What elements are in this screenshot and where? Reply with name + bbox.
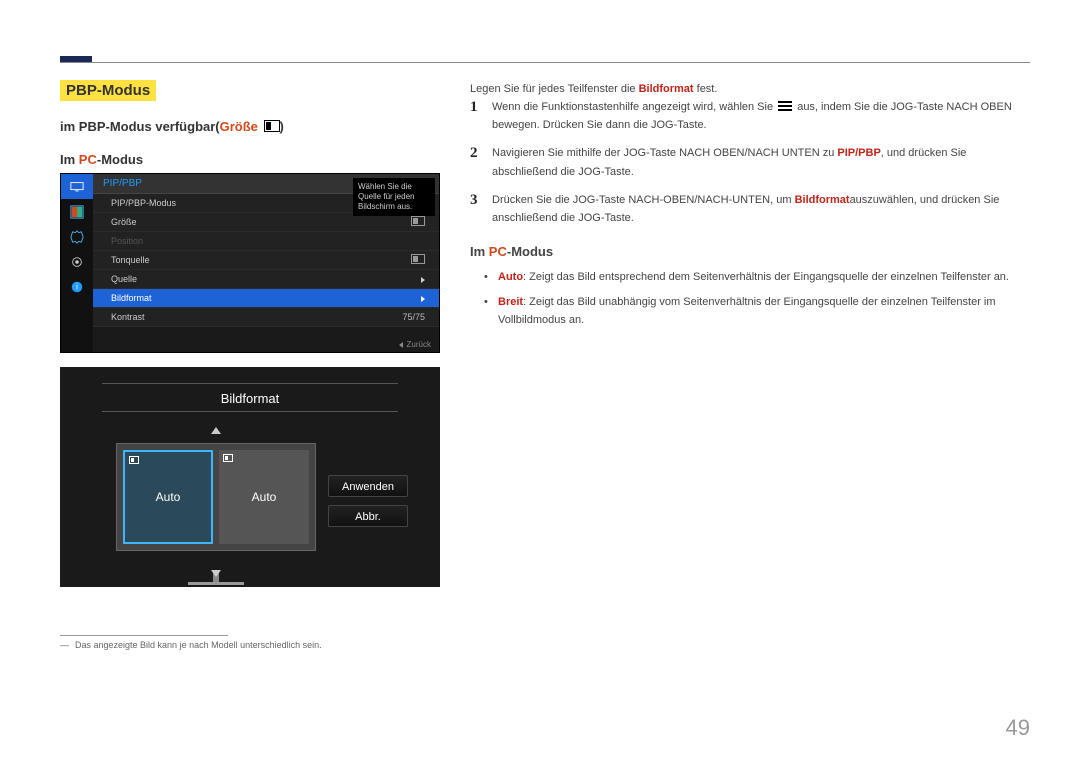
cancel-button[interactable]: Abbr. (328, 505, 408, 527)
bullet-breit: •Breit: Zeigt das Bild unabhängig vom Se… (484, 293, 1020, 329)
step-3: 3 Drücken Sie die JOG-Taste NACH-OBEN/NA… (470, 191, 1020, 227)
footnote-rule (60, 635, 228, 636)
bullet-list: •Auto: Zeigt das Bild entsprechend dem S… (484, 268, 1020, 328)
preview-right-label: Auto (252, 490, 277, 504)
avail-post: ) (280, 119, 284, 134)
sidebar-display-icon[interactable] (61, 174, 93, 199)
steps-list: 1 Wenn die Funktionstastenhilfe angezeig… (470, 98, 1020, 227)
availability-note: im PBP-Modus verfügbar(Größe ) (60, 119, 440, 134)
osd-help-text: Wählen Sie die Quelle für jeden Bildschi… (353, 178, 435, 216)
osd-row-source[interactable]: Quelle (93, 270, 439, 289)
sidebar-pip-icon[interactable] (61, 199, 93, 224)
avail-pre: im PBP-Modus verfügbar( (60, 119, 220, 134)
osd-row-kontrast[interactable]: Kontrast75/75 (93, 308, 439, 327)
preview-left-label: Auto (156, 490, 181, 504)
sidebar-info-icon[interactable]: i (61, 274, 93, 299)
page-number: 49 (1006, 715, 1030, 741)
preview-right-half[interactable]: Auto (219, 450, 309, 544)
mode-heading-left: Im PC-Modus (60, 152, 440, 167)
osd-menu-panel: i PIP/PBP PIP/PBP-ModusEin Größe Positio… (60, 173, 440, 353)
header-rule (60, 62, 1030, 63)
half-tag-icon (223, 454, 233, 462)
step-1: 1 Wenn die Funktionstastenhilfe angezeig… (470, 98, 1020, 134)
osd-bildformat-panel: Bildformat Auto Auto (60, 367, 440, 587)
caret-icon (421, 296, 425, 302)
sidebar-config-icon[interactable] (61, 249, 93, 274)
monitor-frame: Auto Auto (116, 443, 316, 551)
menu-icon (778, 101, 792, 111)
size-value-icon (411, 216, 425, 226)
footnote: ―Das angezeigte Bild kann je nach Modell… (60, 640, 440, 650)
osd-back-label[interactable]: Zurück (399, 340, 431, 349)
osd2-title: Bildformat (60, 391, 440, 406)
intro-line: Legen Sie für jedes Teilfenster die Bild… (470, 80, 1020, 98)
avail-hl: Größe (220, 119, 258, 134)
mode-heading-right: Im PC-Modus (470, 241, 1020, 262)
osd-row-bildformat[interactable]: Bildformat (93, 289, 439, 308)
right-column: Legen Sie für jedes Teilfenster die Bild… (470, 80, 1020, 650)
monitor-preview: Auto Auto (116, 443, 316, 571)
osd-row-position: Position (93, 232, 439, 251)
apply-button[interactable]: Anwenden (328, 475, 408, 497)
section-title: PBP-Modus (60, 80, 156, 101)
pbp-size-icon (264, 120, 280, 132)
arrow-down-icon[interactable] (211, 570, 221, 577)
sound-value-icon (411, 254, 425, 264)
preview-left-half[interactable]: Auto (123, 450, 213, 544)
page-content: PBP-Modus im PBP-Modus verfügbar(Größe )… (0, 0, 1080, 690)
svg-text:i: i (76, 282, 78, 291)
sidebar-settings-icon[interactable] (61, 224, 93, 249)
arrow-up-icon[interactable] (211, 427, 221, 434)
osd-sidebar: i (61, 174, 93, 352)
bullet-auto: •Auto: Zeigt das Bild entsprechend dem S… (484, 268, 1020, 286)
half-tag-icon (129, 456, 139, 464)
osd-row-sound[interactable]: Tonquelle (93, 251, 439, 270)
left-column: PBP-Modus im PBP-Modus verfügbar(Größe )… (60, 80, 440, 650)
step-2: 2 Navigieren Sie mithilfe der JOG-Taste … (470, 144, 1020, 180)
caret-icon (421, 277, 425, 283)
